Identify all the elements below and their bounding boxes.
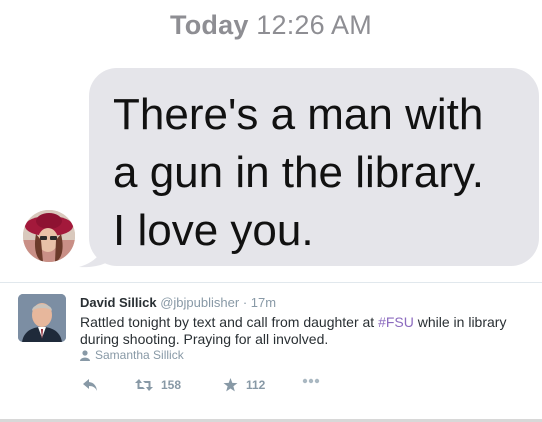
retweet-icon bbox=[135, 379, 153, 391]
timestamp-day: Today bbox=[170, 10, 249, 40]
retweet-button[interactable]: 158 bbox=[135, 378, 181, 392]
tweet-header: David Sillick @jbjpublisher · 17m bbox=[80, 295, 276, 310]
tweet-text: Rattled tonight by text and call from da… bbox=[80, 314, 530, 348]
header-separator: · bbox=[242, 295, 248, 310]
tweet-time[interactable]: 17m bbox=[251, 295, 276, 310]
person-icon bbox=[80, 349, 90, 361]
section-divider bbox=[0, 282, 542, 283]
star-icon bbox=[223, 378, 238, 392]
favorite-button[interactable]: 112 bbox=[223, 378, 265, 392]
message-panel: Today 12:26 AM There's a man with a gun … bbox=[0, 0, 542, 280]
sender-avatar[interactable] bbox=[23, 210, 75, 262]
author-avatar-image bbox=[18, 294, 66, 342]
reply-button[interactable] bbox=[82, 378, 98, 392]
retweeted-by-name[interactable]: Samantha Sillick bbox=[95, 348, 184, 362]
sender-avatar-image bbox=[23, 210, 75, 262]
author-name[interactable]: David Sillick bbox=[80, 295, 157, 310]
timestamp-time: 12:26 AM bbox=[256, 10, 372, 40]
retweet-count: 158 bbox=[161, 378, 182, 392]
message-timestamp: Today 12:26 AM bbox=[0, 10, 542, 41]
message-text: There's a man with a gun in the library.… bbox=[113, 90, 484, 255]
tweet-actions: 158 112 bbox=[80, 378, 380, 398]
author-handle[interactable]: @jbjpublisher bbox=[160, 295, 239, 310]
favorite-count: 112 bbox=[246, 378, 266, 392]
hashtag-link[interactable]: #FSU bbox=[378, 314, 414, 330]
more-button[interactable] bbox=[302, 378, 320, 384]
more-icon bbox=[302, 378, 320, 384]
author-avatar[interactable] bbox=[18, 294, 66, 342]
tweet-text-before: Rattled tonight by text and call from da… bbox=[80, 314, 379, 330]
retweeted-by: Samantha Sillick bbox=[80, 348, 184, 362]
reply-icon bbox=[83, 379, 97, 391]
